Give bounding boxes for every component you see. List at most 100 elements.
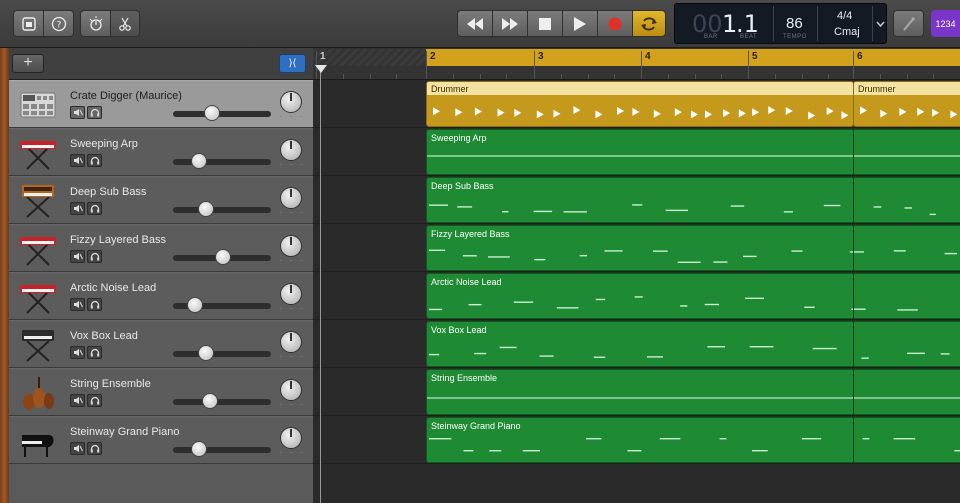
cycle-region[interactable] (426, 49, 960, 66)
chevron-down-icon[interactable] (876, 21, 885, 28)
playhead-handle[interactable] (315, 65, 327, 73)
help-button[interactable]: ? (43, 10, 74, 37)
solo-button[interactable] (87, 346, 102, 359)
midi-region[interactable]: Deep Sub Bass (426, 177, 960, 223)
track-lane[interactable]: Deep Sub Bass (313, 176, 960, 224)
mute-button[interactable] (70, 202, 85, 215)
track-header[interactable]: String Ensemble ◦ ◦ ◦ (9, 368, 313, 416)
volume-slider[interactable] (173, 111, 271, 117)
track-name[interactable]: Sweeping Arp (70, 138, 138, 150)
pan-knob[interactable] (280, 235, 302, 257)
solo-button[interactable] (87, 202, 102, 215)
volume-slider-knob[interactable] (202, 393, 219, 409)
mute-button[interactable] (70, 394, 85, 407)
volume-slider[interactable] (173, 399, 271, 405)
record-button[interactable] (597, 10, 633, 37)
editors-button[interactable] (110, 10, 140, 37)
drummer-region[interactable]: Drummer (853, 81, 960, 127)
pan-knob[interactable] (280, 187, 302, 209)
midi-region[interactable]: Steinway Grand Piano (426, 417, 960, 463)
track-name[interactable]: Deep Sub Bass (70, 186, 146, 198)
volume-slider[interactable] (173, 207, 271, 213)
mute-button[interactable] (70, 346, 85, 359)
playhead-line[interactable] (320, 65, 321, 503)
keyboard-black-icon[interactable] (19, 327, 57, 363)
mute-button[interactable] (70, 106, 85, 119)
midi-region[interactable]: Vox Box Lead (426, 321, 960, 367)
solo-button[interactable] (87, 394, 102, 407)
drummer-region[interactable]: Drummer (426, 81, 854, 127)
track-name[interactable]: Vox Box Lead (70, 330, 138, 342)
midi-region[interactable]: Arctic Noise Lead (426, 273, 960, 319)
play-button[interactable] (562, 10, 598, 37)
keyboard-red-icon[interactable] (19, 135, 57, 171)
track-name[interactable]: Arctic Noise Lead (70, 282, 156, 294)
pan-knob[interactable] (280, 139, 302, 161)
mute-button[interactable] (70, 442, 85, 455)
track-lane[interactable]: Steinway Grand Piano (313, 416, 960, 464)
volume-slider-knob[interactable] (214, 249, 231, 265)
smart-filter-button[interactable]: ⟩⟨ (279, 54, 306, 73)
volume-slider[interactable] (173, 447, 271, 453)
track-lane[interactable]: Sweeping Arp (313, 128, 960, 176)
midi-region[interactable]: Fizzy Layered Bass (426, 225, 960, 271)
midi-region[interactable]: String Ensemble (426, 369, 960, 415)
smart-controls-button[interactable] (80, 10, 111, 37)
track-lane[interactable]: Arctic Noise Lead (313, 272, 960, 320)
track-header[interactable]: Vox Box Lead ◦ ◦ ◦ (9, 320, 313, 368)
volume-slider-knob[interactable] (198, 201, 215, 217)
mute-button[interactable] (70, 250, 85, 263)
pan-knob[interactable] (280, 283, 302, 305)
track-lane[interactable]: Drummer Drummer (313, 80, 960, 128)
strings-icon[interactable] (19, 375, 57, 411)
lcd-display[interactable]: 00 1 .1 BAR BEAT 86 TEMPO 4/4 Cmaj (674, 3, 887, 44)
track-lane[interactable]: String Ensemble (313, 368, 960, 416)
pan-knob[interactable] (280, 331, 302, 353)
grand-piano-icon[interactable] (19, 423, 57, 459)
keyboard-red-icon[interactable] (19, 231, 57, 267)
track-name[interactable]: Steinway Grand Piano (70, 426, 179, 438)
keyboard-red-icon[interactable] (19, 279, 57, 315)
volume-slider[interactable] (173, 351, 271, 357)
volume-slider-knob[interactable] (191, 153, 208, 169)
volume-slider-knob[interactable] (191, 441, 208, 457)
volume-slider-knob[interactable] (204, 105, 221, 121)
volume-slider[interactable] (173, 159, 271, 165)
drum-machine-icon[interactable] (19, 87, 57, 123)
volume-slider-knob[interactable] (186, 297, 203, 313)
track-header[interactable]: Fizzy Layered Bass ◦ ◦ ◦ (9, 224, 313, 272)
pan-knob[interactable] (280, 379, 302, 401)
mute-button[interactable] (70, 298, 85, 311)
solo-button[interactable] (87, 154, 102, 167)
solo-button[interactable] (87, 298, 102, 311)
synth-orange-icon[interactable] (19, 183, 57, 219)
track-header[interactable]: Crate Digger (Maurice) ◦ ◦ ◦ (9, 80, 313, 128)
cycle-button[interactable] (632, 10, 666, 37)
mute-button[interactable] (70, 154, 85, 167)
midi-region[interactable]: Sweeping Arp (426, 129, 960, 175)
rewind-button[interactable] (457, 10, 493, 37)
track-header[interactable]: Deep Sub Bass ◦ ◦ ◦ (9, 176, 313, 224)
solo-button[interactable] (87, 250, 102, 263)
solo-button[interactable] (87, 106, 102, 119)
track-name[interactable]: Crate Digger (Maurice) (70, 90, 182, 102)
volume-slider-knob[interactable] (198, 345, 215, 361)
pan-knob[interactable] (280, 91, 302, 113)
track-header[interactable]: Sweeping Arp ◦ ◦ ◦ (9, 128, 313, 176)
track-name[interactable]: Fizzy Layered Bass (70, 234, 166, 246)
ruler[interactable]: 1 2 3 4 5 6 (313, 48, 960, 80)
add-track-button[interactable]: + (12, 54, 44, 73)
solo-button[interactable] (87, 442, 102, 455)
fast-forward-button[interactable] (492, 10, 528, 37)
tuner-button[interactable] (893, 10, 924, 37)
track-lane[interactable]: Vox Box Lead (313, 320, 960, 368)
library-button[interactable] (13, 10, 44, 37)
track-header[interactable]: Arctic Noise Lead ◦ ◦ ◦ (9, 272, 313, 320)
track-lane[interactable]: Fizzy Layered Bass (313, 224, 960, 272)
track-header[interactable]: Steinway Grand Piano ◦ ◦ ◦ (9, 416, 313, 464)
pan-knob[interactable] (280, 427, 302, 449)
count-in-button[interactable]: 1234 (931, 10, 960, 37)
stop-button[interactable] (527, 10, 563, 37)
arrange-area[interactable]: 1 2 3 4 5 6 Drummer Drummer Sweeping Arp Deep Su… (313, 48, 960, 503)
track-name[interactable]: String Ensemble (70, 378, 151, 390)
